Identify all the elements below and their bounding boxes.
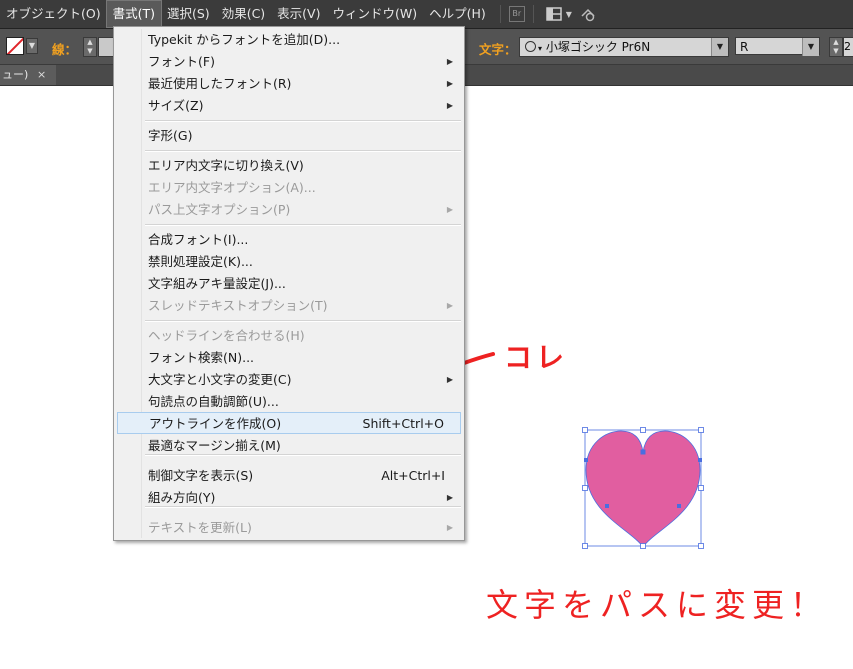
menu-separator xyxy=(145,506,461,508)
font-style-field[interactable]: R ▼ xyxy=(735,37,820,56)
menu-item-create-outlines[interactable]: アウトラインを作成(O) Shift+Ctrl+O xyxy=(117,412,461,434)
chevron-down-icon[interactable]: ▼ xyxy=(711,38,728,56)
menu-separator xyxy=(145,224,461,226)
menu-item-shortcut: Alt+Ctrl+I xyxy=(381,468,445,483)
gpu-performance-icon[interactable] xyxy=(580,6,596,22)
menu-item-label: スレッドテキストオプション(T) xyxy=(148,298,328,313)
menu-item-label: サイズ(Z) xyxy=(148,98,204,113)
type-menu-dropdown: Typekit からフォントを追加(D)... フォント(F) ▶ 最近使用したフォン… xyxy=(113,26,465,541)
font-size-stepper[interactable]: ▲ ▼ xyxy=(829,37,843,57)
font-style-value: R xyxy=(740,40,749,54)
submenu-arrow-icon: ▶ xyxy=(446,205,453,214)
menu-item-kinsoku-settings[interactable]: 禁則処理設定(K)... xyxy=(117,251,461,273)
submenu-arrow-icon: ▶ xyxy=(446,301,453,310)
menu-item-mojikumi-settings[interactable]: 文字組みアキ量設定(J)... xyxy=(117,273,461,295)
menu-item-label: 大文字と小文字の変更(C) xyxy=(148,372,292,387)
character-label: 文字： xyxy=(479,42,517,57)
menu-bar: オブジェクト(O) 書式(T) 選択(S) 効果(C) 表示(V) ウィンドウ(… xyxy=(0,0,853,29)
menu-item-typekit[interactable]: Typekit からフォントを追加(D)... xyxy=(117,29,461,51)
menu-help[interactable]: ヘルプ(H) xyxy=(423,1,492,27)
submenu-arrow-icon: ▶ xyxy=(446,375,453,384)
heart-shape[interactable] xyxy=(585,430,701,548)
chevron-down-icon[interactable]: ▼ xyxy=(26,38,38,54)
stroke-none-swatch[interactable] xyxy=(6,37,24,55)
menu-item-change-case[interactable]: 大文字と小文字の変更(C) ▶ xyxy=(117,369,461,391)
menu-item-area-type-options: エリア内文字オプション(A)... xyxy=(117,177,461,199)
menu-item-recent-fonts[interactable]: 最近使用したフォント(R) ▶ xyxy=(117,73,461,95)
menu-item-label: 句読点の自動調節(U)... xyxy=(148,394,279,409)
menu-item-label: アウトラインを作成(O) xyxy=(149,416,282,431)
menu-item-label: パス上文字オプション(P) xyxy=(148,202,291,217)
close-icon[interactable]: × xyxy=(37,65,46,85)
chevron-down-icon: ▾ xyxy=(538,44,543,53)
submenu-arrow-icon: ▶ xyxy=(446,523,453,532)
font-family-value: 小塚ゴシック Pr6N xyxy=(545,40,651,54)
menu-separator xyxy=(145,150,461,152)
menu-item-label: 禁則処理設定(K)... xyxy=(148,254,253,269)
menu-item-legacy-text: テキストを更新(L) ▶ xyxy=(117,517,461,539)
menu-item-label: 制御文字を表示(S) xyxy=(148,468,254,483)
stroke-label: 線： xyxy=(52,42,78,57)
menu-item-shortcut: Shift+Ctrl+O xyxy=(362,416,444,431)
submenu-arrow-icon: ▶ xyxy=(446,101,453,110)
menu-item-label: Typekit からフォントを追加(D)... xyxy=(148,32,341,47)
menu-window[interactable]: ウィンドウ(W) xyxy=(326,1,423,27)
menu-item-label: テキストを更新(L) xyxy=(148,520,252,535)
menu-item-label: エリア内文字オプション(A)... xyxy=(148,180,316,195)
menu-item-label: 字形(G) xyxy=(148,128,193,143)
arrange-documents-icon[interactable] xyxy=(546,6,562,22)
menu-type[interactable]: 書式(T) xyxy=(105,0,162,28)
menu-item-label: 最近使用したフォント(R) xyxy=(148,76,292,91)
menu-item-fit-headline: ヘッドラインを合わせる(H) xyxy=(117,325,461,347)
chevron-down-icon[interactable]: ▼ xyxy=(566,10,572,19)
menu-item-label: ヘッドラインを合わせる(H) xyxy=(148,328,305,343)
menu-item-composite-fonts[interactable]: 合成フォント(I)... xyxy=(117,229,461,251)
menu-separator xyxy=(145,120,461,122)
document-tab[interactable]: ュー) × xyxy=(0,65,56,85)
font-family-field[interactable]: ▾ 小塚ゴシック Pr6N ▼ xyxy=(519,37,729,57)
search-icon xyxy=(525,41,536,52)
menu-item-size[interactable]: サイズ(Z) ▶ xyxy=(117,95,461,117)
menu-item-type-on-path-options: パス上文字オプション(P) ▶ xyxy=(117,199,461,221)
menu-item-smart-punctuation[interactable]: 句読点の自動調節(U)... xyxy=(117,391,461,413)
menubar-separator xyxy=(532,5,534,23)
menu-item-label: 合成フォント(I)... xyxy=(148,232,249,247)
menu-item-threaded-text-options: スレッドテキストオプション(T) ▶ xyxy=(117,295,461,317)
menu-item-find-font[interactable]: フォント検索(N)... xyxy=(117,347,461,369)
menu-item-label: フォント検索(N)... xyxy=(148,350,255,365)
chevron-down-icon[interactable]: ▼ xyxy=(802,38,819,56)
submenu-arrow-icon: ▶ xyxy=(446,57,453,66)
menu-item-label: エリア内文字に切り換え(V) xyxy=(148,158,304,173)
menu-select[interactable]: 選択(S) xyxy=(161,1,216,27)
menu-view[interactable]: 表示(V) xyxy=(271,1,326,27)
menu-object[interactable]: オブジェクト(O) xyxy=(0,1,107,27)
menu-item-area-type-toggle[interactable]: エリア内文字に切り換え(V) xyxy=(117,155,461,177)
menubar-separator xyxy=(499,5,501,23)
annotation-caption: 文字をパスに変更！ xyxy=(486,586,829,624)
submenu-arrow-icon: ▶ xyxy=(446,79,453,88)
menu-effect[interactable]: 効果(C) xyxy=(216,1,271,27)
heart-object[interactable] xyxy=(578,425,708,553)
menu-item-show-hidden-characters[interactable]: 制御文字を表示(S) Alt+Ctrl+I xyxy=(117,465,461,487)
menu-item-label: 文字組みアキ量設定(J)... xyxy=(148,276,286,291)
menu-item-glyphs[interactable]: 字形(G) xyxy=(117,125,461,147)
menu-separator xyxy=(145,454,461,456)
document-tab-label: ュー) xyxy=(2,68,29,81)
stroke-weight-stepper[interactable]: ▲ ▼ xyxy=(83,37,97,57)
font-size-field[interactable]: 2 xyxy=(843,37,853,57)
menu-item-label: フォント(F) xyxy=(148,54,215,69)
bridge-icon[interactable]: Br xyxy=(508,6,525,22)
menu-item-font[interactable]: フォント(F) ▶ xyxy=(117,51,461,73)
annotation-pointer-text: コレ xyxy=(504,341,569,374)
menu-separator xyxy=(145,320,461,322)
